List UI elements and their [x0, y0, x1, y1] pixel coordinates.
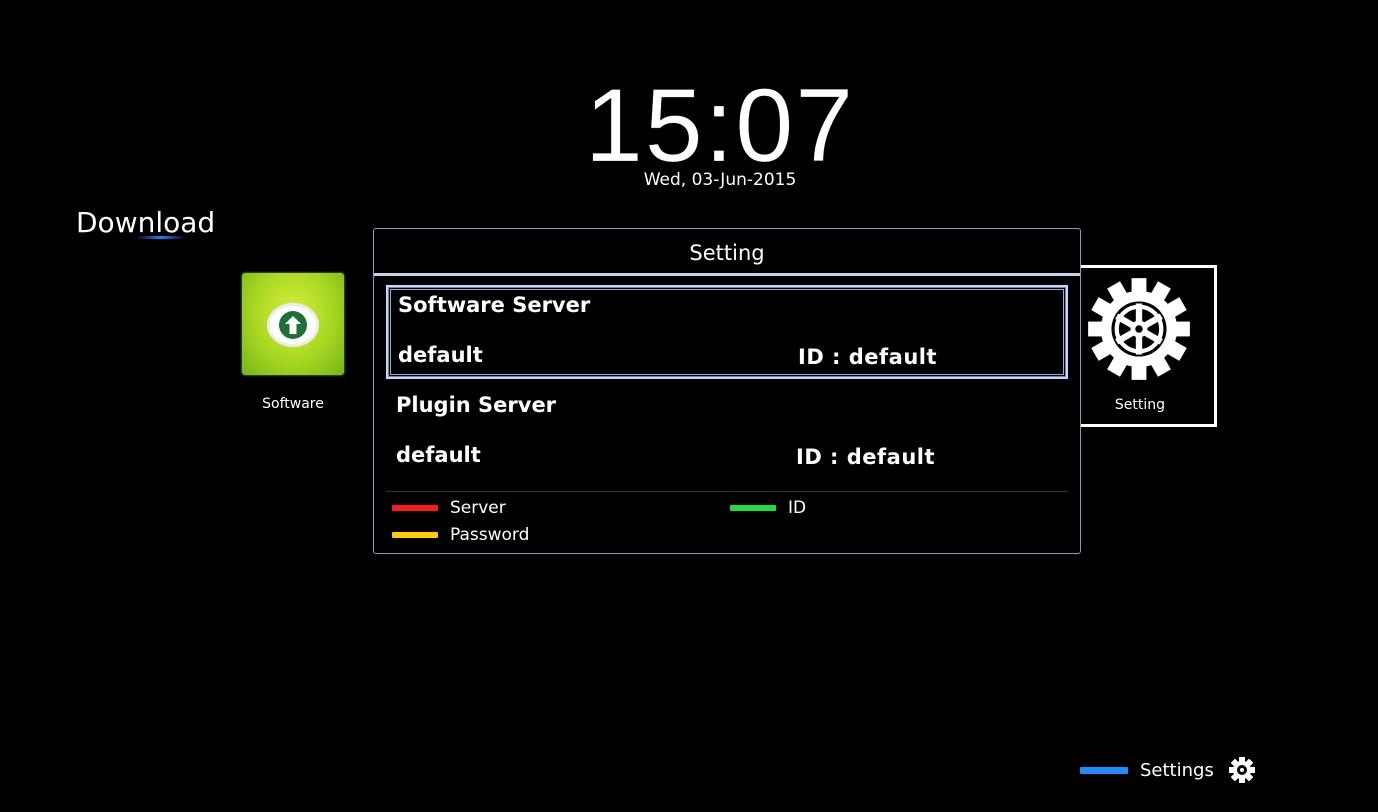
yellow-key-icon: [392, 532, 438, 538]
blue-key-icon: [1080, 766, 1128, 774]
row-title: Plugin Server: [396, 393, 557, 417]
row-server-value: default: [398, 343, 483, 367]
clock-date: Wed, 03-Jun-2015: [643, 170, 797, 190]
dialog-title: Setting: [689, 241, 765, 265]
legend-label: Server: [450, 498, 506, 518]
row-server-value: default: [396, 443, 481, 467]
software-app-tile[interactable]: [242, 273, 344, 375]
clock-time: 15:07: [584, 68, 856, 184]
settings-hint-label: Settings: [1140, 759, 1214, 781]
plugin-server-row[interactable]: Plugin Server default ID : default: [386, 387, 1068, 481]
dialog-footer-divider: [386, 491, 1068, 492]
title-underline: [136, 236, 186, 239]
legend-label: Password: [450, 525, 530, 545]
gear-icon: [1228, 757, 1255, 783]
software-app-label: Software: [262, 396, 324, 412]
setting-app-label: Setting: [1114, 397, 1166, 413]
setting-dialog: Setting Software Server default ID : def…: [373, 228, 1081, 554]
dialog-header-divider: [374, 273, 1080, 276]
row-title: Software Server: [398, 293, 591, 317]
gear-icon: [1088, 278, 1190, 380]
upload-arrow-icon: [267, 303, 319, 347]
settings-hint[interactable]: Settings: [1080, 756, 1256, 784]
legend-label: ID: [788, 498, 807, 518]
row-id-value: ID : default: [796, 445, 936, 469]
page-title: Download: [76, 206, 216, 239]
software-server-row[interactable]: Software Server default ID : default: [386, 285, 1068, 379]
legend-red-server[interactable]: Server: [392, 497, 506, 519]
red-key-icon: [392, 505, 438, 511]
legend-yellow-password[interactable]: Password: [392, 524, 529, 546]
row-id-value: ID : default: [798, 345, 938, 369]
legend-green-id[interactable]: ID: [730, 497, 806, 519]
green-key-icon: [730, 505, 776, 511]
